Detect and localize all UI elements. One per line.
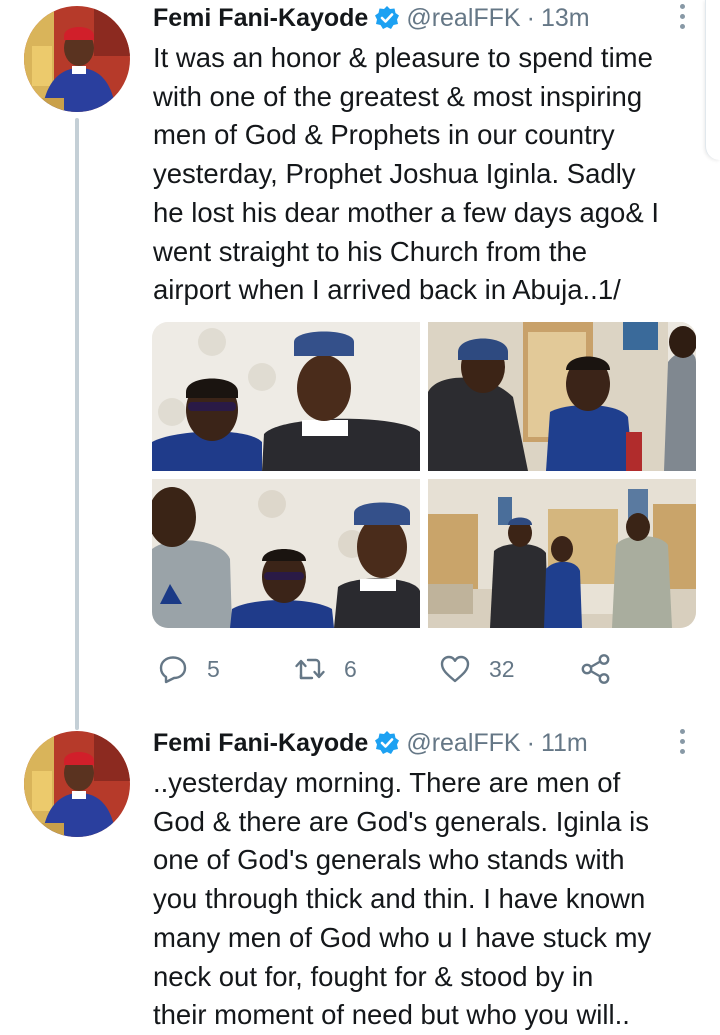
- media-grid: [152, 322, 696, 628]
- share-button[interactable]: [580, 650, 630, 688]
- verified-badge-icon: [374, 730, 401, 756]
- tweet-text: It was an honor & pleasure to spend time…: [153, 42, 659, 306]
- retweet-icon: [295, 658, 325, 680]
- author-handle[interactable]: @realFFK: [406, 4, 520, 33]
- tweet-photo[interactable]: [152, 479, 420, 628]
- share-icon: [581, 654, 610, 684]
- heart-icon: [440, 655, 470, 683]
- tweet-timestamp[interactable]: 13m: [541, 4, 590, 33]
- tweet-photo[interactable]: [428, 479, 696, 628]
- more-vertical-icon[interactable]: [680, 729, 686, 757]
- separator-dot: ·: [526, 728, 535, 757]
- retweet-count: 6: [344, 655, 357, 682]
- tweet-photo[interactable]: [152, 322, 420, 471]
- tweet-photo[interactable]: [428, 322, 696, 471]
- retweet-button[interactable]: 6: [294, 650, 357, 688]
- tweet-card[interactable]: Femi Fani-Kayode @realFFK · 11m ..yester…: [0, 725, 720, 1035]
- tweet-text: ..yesterday morning. There are men of Go…: [153, 767, 652, 1031]
- author-name[interactable]: Femi Fani-Kayode: [153, 4, 368, 33]
- tweet-actions: 5 6 32: [157, 650, 637, 688]
- like-count: 32: [489, 655, 515, 682]
- tweet-timestamp[interactable]: 11m: [541, 729, 588, 758]
- tweet-header: Femi Fani-Kayode @realFFK · 11m: [153, 725, 698, 761]
- more-vertical-icon[interactable]: [680, 4, 686, 32]
- tweet-card[interactable]: Femi Fani-Kayode @realFFK · 13m It was a…: [0, 0, 720, 700]
- reply-button[interactable]: 5: [157, 650, 220, 688]
- verified-badge-icon: [374, 5, 401, 31]
- reply-icon: [159, 656, 187, 684]
- tweet-header: Femi Fani-Kayode @realFFK · 13m: [153, 0, 698, 36]
- author-handle[interactable]: @realFFK: [406, 729, 520, 758]
- separator-dot: ·: [526, 3, 535, 32]
- avatar[interactable]: [24, 6, 130, 112]
- avatar[interactable]: [24, 731, 130, 837]
- like-button[interactable]: 32: [439, 650, 515, 688]
- author-name[interactable]: Femi Fani-Kayode: [153, 729, 368, 758]
- reply-count: 5: [207, 655, 220, 682]
